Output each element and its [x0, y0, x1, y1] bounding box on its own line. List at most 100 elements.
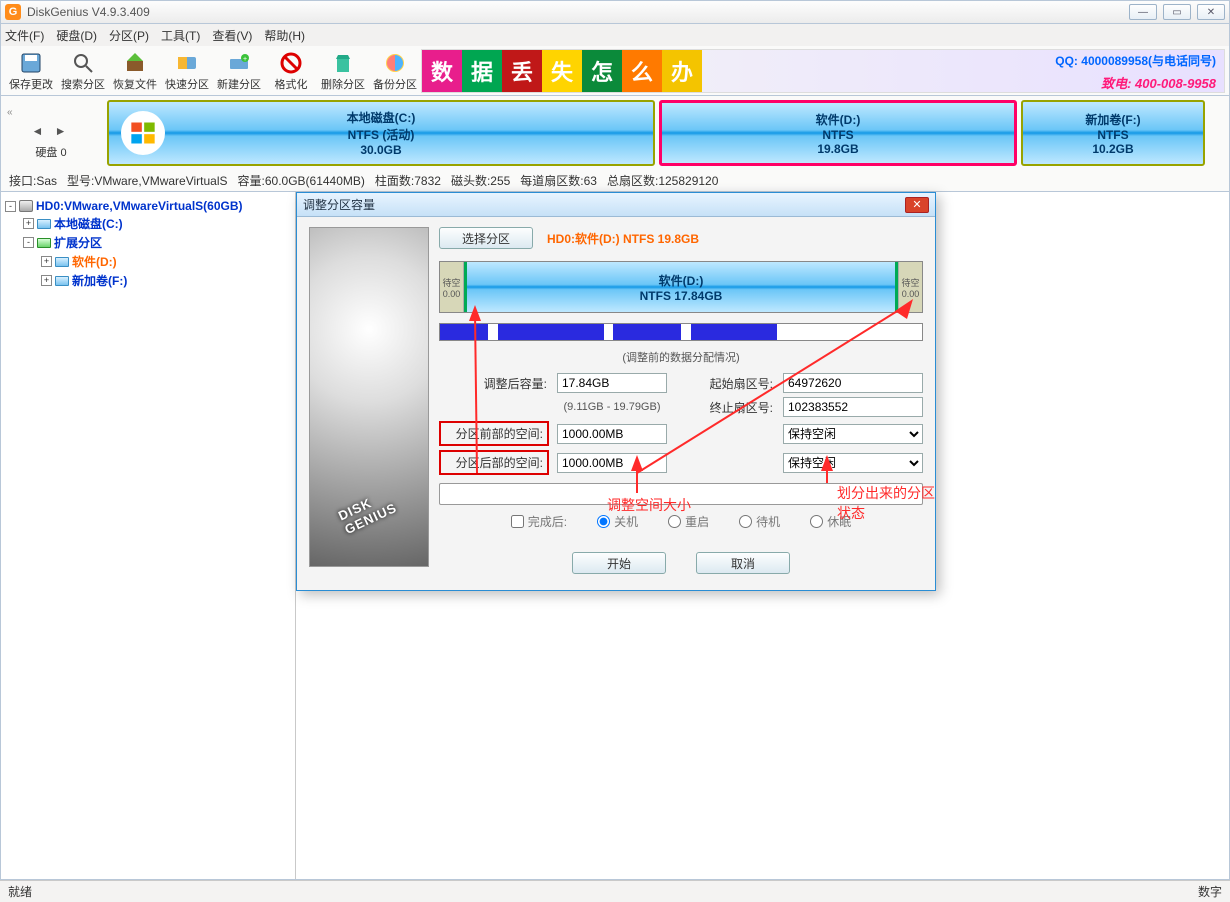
content-pane: 调整分区容量 ✕ 选择分区 HD0:软件(D:) NTFS 19.8GB 待空0…: [296, 192, 1229, 879]
input-end-sector[interactable]: [783, 397, 923, 417]
banner-phone: 致电: 400-008-9958: [1101, 73, 1216, 92]
status-bar: 就绪 数字: [0, 880, 1230, 902]
backup-icon: [380, 50, 410, 76]
expander-icon[interactable]: +: [41, 256, 52, 267]
usage-bar: [439, 323, 923, 341]
input-after-size[interactable]: [557, 373, 667, 393]
selected-partition-path: HD0:软件(D:) NTFS 19.8GB: [547, 230, 699, 247]
cancel-button[interactable]: 取消: [696, 552, 790, 574]
chk-after-done[interactable]: 完成后:: [511, 513, 567, 530]
menu-help[interactable]: 帮助(H): [264, 27, 305, 44]
dialog-title: 调整分区容量: [303, 196, 375, 213]
tb-new[interactable]: +新建分区: [213, 48, 265, 94]
tree-volume-d[interactable]: +软件(D:): [5, 252, 291, 271]
minimap-front-edge[interactable]: 待空0.00: [440, 262, 464, 312]
menu-file[interactable]: 文件(F): [5, 27, 44, 44]
minimap-center[interactable]: 软件(D:) NTFS 17.84GB: [464, 262, 898, 312]
select-partition-button[interactable]: 选择分区: [439, 227, 533, 249]
tb-search[interactable]: 搜索分区: [57, 48, 109, 94]
menu-view[interactable]: 查看(V): [212, 27, 252, 44]
range-hint: (9.11GB - 19.79GB): [557, 401, 667, 413]
tb-format[interactable]: 格式化: [265, 48, 317, 94]
maximize-button[interactable]: ▭: [1163, 4, 1191, 20]
tree-root[interactable]: -HD0:VMware,VMwareVirtualS(60GB): [5, 198, 291, 214]
partition-block[interactable]: 本地磁盘(C:)NTFS (活动)30.0GB: [107, 100, 655, 166]
expander-icon[interactable]: -: [5, 201, 16, 212]
info-interface: 接口:Sas: [9, 172, 57, 189]
recover-icon: [120, 50, 150, 76]
radio-standby[interactable]: 待机: [739, 513, 780, 530]
window-controls: — ▭ ✕: [1129, 4, 1225, 20]
menu-tools[interactable]: 工具(T): [161, 27, 200, 44]
delete-icon: [328, 50, 358, 76]
close-button[interactable]: ✕: [1197, 4, 1225, 20]
tree-extended[interactable]: -扩展分区: [5, 233, 291, 252]
volume-icon: [55, 257, 69, 267]
banner-char: 办: [662, 50, 702, 92]
lbl-front-space: 分区前部的空间:: [439, 421, 549, 446]
volume-icon: [55, 276, 69, 286]
input-start-sector[interactable]: [783, 373, 923, 393]
tb-quick[interactable]: 快速分区: [161, 48, 213, 94]
save-icon: [16, 50, 46, 76]
title-bar: G DiskGenius V4.9.3.409 — ▭ ✕: [0, 0, 1230, 24]
select-front-action[interactable]: 保持空闲: [783, 424, 923, 444]
hdd-icon: [19, 200, 33, 212]
banner-char: 么: [622, 50, 662, 92]
resize-dialog: 调整分区容量 ✕ 选择分区 HD0:软件(D:) NTFS 19.8GB 待空0…: [296, 192, 936, 591]
lbl-start-sector: 起始扇区号:: [675, 375, 775, 392]
lbl-end-sector: 终止扇区号:: [675, 399, 775, 416]
start-button[interactable]: 开始: [572, 552, 666, 574]
info-capacity: 容量:60.0GB(61440MB): [238, 172, 365, 189]
tb-recover[interactable]: 恢复文件: [109, 48, 161, 94]
dialog-illustration: [309, 227, 429, 567]
search-icon: [68, 50, 98, 76]
input-back-space[interactable]: [557, 453, 667, 473]
new-partition-icon: +: [224, 50, 254, 76]
extended-icon: [37, 238, 51, 248]
dialog-title-bar[interactable]: 调整分区容量 ✕: [297, 193, 935, 217]
tb-backup[interactable]: 备份分区: [369, 48, 421, 94]
windows-logo-icon: [121, 111, 165, 155]
annot-split-state: 划分出来的分区状态: [837, 483, 935, 523]
expander-icon[interactable]: -: [23, 237, 34, 248]
tb-save[interactable]: 保存更改: [5, 48, 57, 94]
radio-reboot[interactable]: 重启: [668, 513, 709, 530]
resize-form: 调整后容量: 起始扇区号: (9.11GB - 19.79GB) 终止扇区号: …: [439, 373, 923, 475]
partition-block[interactable]: 软件(D:)NTFS19.8GB: [659, 100, 1017, 166]
body-area: -HD0:VMware,VMwareVirtualS(60GB) +本地磁盘(C…: [0, 192, 1230, 880]
tb-delete[interactable]: 删除分区: [317, 48, 369, 94]
menu-partition[interactable]: 分区(P): [109, 27, 149, 44]
info-model: 型号:VMware,VMwareVirtualS: [67, 172, 228, 189]
disk-nav[interactable]: ◄ ►: [31, 124, 70, 138]
disk-map: 本地磁盘(C:)NTFS (活动)30.0GB软件(D:)NTFS19.8GB新…: [101, 96, 1229, 170]
input-front-space[interactable]: [557, 424, 667, 444]
info-cylinders: 柱面数:7832: [375, 172, 441, 189]
banner-char: 失: [542, 50, 582, 92]
disk-map-row: « ◄ ► 硬盘 0 本地磁盘(C:)NTFS (活动)30.0GB软件(D:)…: [0, 96, 1230, 170]
minimap-back-edge[interactable]: 待空0.00: [898, 262, 922, 312]
disk-label: 硬盘 0: [35, 144, 66, 160]
volume-icon: [37, 219, 51, 229]
toolbar: 保存更改 搜索分区 恢复文件 快速分区 +新建分区 格式化 删除分区 备份分区 …: [0, 46, 1230, 96]
expander-icon[interactable]: +: [41, 275, 52, 286]
before-hint: (调整前的数据分配情况): [439, 349, 923, 365]
dialog-close-button[interactable]: ✕: [905, 197, 929, 213]
lbl-after-size: 调整后容量:: [439, 375, 549, 392]
partition-block[interactable]: 新加卷(F:)NTFS10.2GB: [1021, 100, 1205, 166]
tree-volume-c[interactable]: +本地磁盘(C:): [5, 214, 291, 233]
disk-map-side: « ◄ ► 硬盘 0: [1, 96, 101, 170]
banner-char: 据: [462, 50, 502, 92]
banner-char: 数: [422, 50, 462, 92]
svg-text:+: +: [243, 56, 247, 63]
tree-volume-f[interactable]: +新加卷(F:): [5, 271, 291, 290]
select-back-action[interactable]: 保持空闲: [783, 453, 923, 473]
resize-minimap[interactable]: 待空0.00 软件(D:) NTFS 17.84GB 待空0.00: [439, 261, 923, 313]
radio-shutdown[interactable]: 关机: [597, 513, 638, 530]
annot-adjust-size: 调整空间大小: [607, 495, 691, 515]
expander-icon[interactable]: +: [23, 218, 34, 229]
window-title: DiskGenius V4.9.3.409: [27, 5, 150, 19]
minimize-button[interactable]: —: [1129, 4, 1157, 20]
menu-disk[interactable]: 硬盘(D): [56, 27, 97, 44]
tree-pane[interactable]: -HD0:VMware,VMwareVirtualS(60GB) +本地磁盘(C…: [1, 192, 296, 879]
